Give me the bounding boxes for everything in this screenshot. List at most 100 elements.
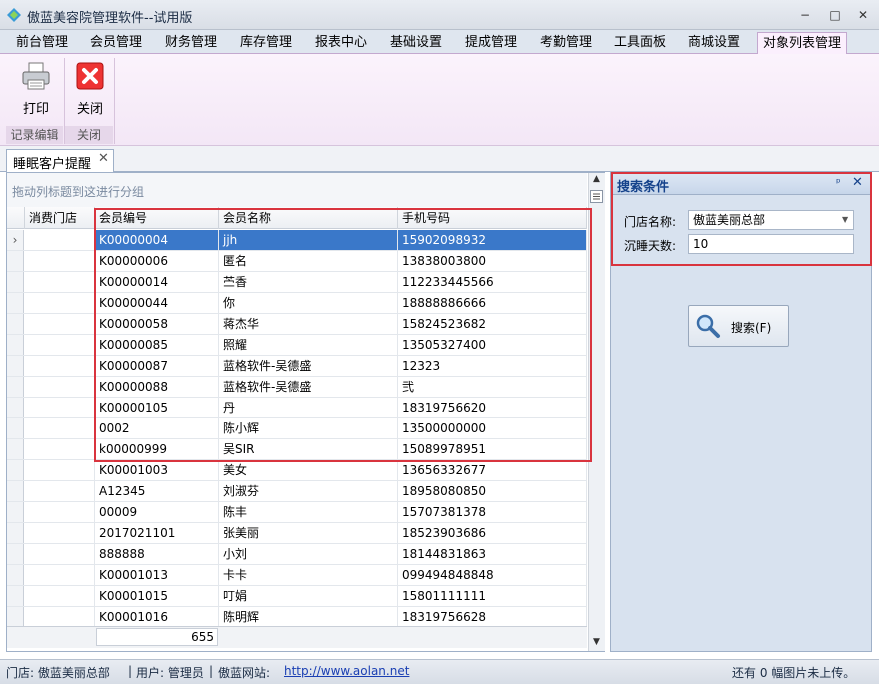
pin-icon[interactable]: ᵖ <box>836 176 841 189</box>
cell-member-id[interactable]: K00000085 <box>95 334 219 355</box>
cell-store[interactable] <box>25 606 95 626</box>
cell-store[interactable] <box>25 250 95 271</box>
chevron-down-icon[interactable]: ▼ <box>842 215 848 224</box>
cell-member-id[interactable]: K00001013 <box>95 565 219 585</box>
cell-phone[interactable]: 112233445566 <box>398 271 587 292</box>
column-header-store[interactable]: 消费门店 <box>25 207 95 229</box>
cell-member-id[interactable]: K00001003 <box>95 460 219 481</box>
table-row[interactable]: K00000105 丹 18319756620 <box>7 397 587 419</box>
scroll-down-arrow-icon[interactable]: ▼ <box>589 637 604 649</box>
row-indicator[interactable] <box>7 355 24 376</box>
row-indicator[interactable] <box>7 523 24 544</box>
cell-store[interactable] <box>25 502 95 523</box>
cell-store[interactable] <box>25 271 95 292</box>
cell-member-name[interactable]: 美女 <box>219 460 398 481</box>
cell-store[interactable] <box>25 439 95 460</box>
cell-member-id[interactable]: K00000087 <box>95 355 219 376</box>
cell-member-name[interactable]: 照耀 <box>219 334 398 355</box>
row-indicator[interactable] <box>7 606 24 626</box>
cell-member-id[interactable]: K00000004 <box>95 230 219 250</box>
cell-member-name[interactable]: 吴SIR <box>219 439 398 460</box>
cell-member-id[interactable]: K00000044 <box>95 292 219 313</box>
cell-member-name[interactable]: 刘淑芬 <box>219 481 398 502</box>
cell-phone[interactable]: 18523903686 <box>398 523 587 544</box>
cell-member-id[interactable]: 888888 <box>95 544 219 564</box>
cell-phone[interactable]: 13505327400 <box>398 334 587 355</box>
tab-inventory[interactable]: 库存管理 <box>232 32 300 54</box>
cell-member-name[interactable]: 卡卡 <box>219 565 398 585</box>
cell-store[interactable] <box>25 544 95 564</box>
tab-attendance[interactable]: 考勤管理 <box>532 32 600 54</box>
cell-member-name[interactable]: 苎香 <box>219 271 398 292</box>
table-row[interactable]: K00000044 你 18888886666 <box>7 292 587 314</box>
table-row[interactable]: K00001015 叮娟 15801111111 <box>7 585 587 607</box>
row-indicator[interactable] <box>7 376 24 397</box>
tab-finance[interactable]: 财务管理 <box>157 32 225 54</box>
table-row[interactable]: K00000088 蓝格软件-吴德盛弐 <box>7 376 587 398</box>
cell-member-name[interactable]: 丹 <box>219 397 398 418</box>
cell-phone[interactable]: 099494848848 <box>398 565 587 585</box>
row-indicator[interactable] <box>7 502 24 523</box>
cell-member-name[interactable]: 蓝格软件-吴德盛 <box>219 376 398 397</box>
sleep-days-input[interactable]: 10 <box>688 234 854 254</box>
cell-store[interactable] <box>25 397 95 418</box>
row-indicator[interactable] <box>7 397 24 418</box>
cell-store[interactable] <box>25 355 95 376</box>
minimize-button[interactable]: − <box>794 6 816 24</box>
cell-member-id[interactable]: 0002 <box>95 418 219 439</box>
cell-member-id[interactable]: K00001015 <box>95 585 219 606</box>
column-chooser-icon[interactable] <box>590 190 603 203</box>
cell-store[interactable] <box>25 523 95 544</box>
row-indicator[interactable]: › <box>7 230 24 250</box>
cell-store[interactable] <box>25 418 95 439</box>
cell-member-name[interactable]: 你 <box>219 292 398 313</box>
cell-member-id[interactable]: K00000014 <box>95 271 219 292</box>
tab-object-list[interactable]: 对象列表管理 <box>757 32 847 54</box>
tab-commission[interactable]: 提成管理 <box>457 32 525 54</box>
cell-member-name[interactable]: 陈小辉 <box>219 418 398 439</box>
scroll-up-arrow-icon[interactable]: ▲ <box>589 174 604 186</box>
cell-phone[interactable]: 13656332677 <box>398 460 587 481</box>
website-link[interactable]: http://www.aolan.net <box>284 664 409 678</box>
cell-phone[interactable]: 13838003800 <box>398 250 587 271</box>
table-row[interactable]: K00000014 苎香 112233445566 <box>7 271 587 293</box>
cell-member-name[interactable]: 张美丽 <box>219 523 398 544</box>
tab-tools[interactable]: 工具面板 <box>606 32 674 54</box>
cell-store[interactable] <box>25 334 95 355</box>
cell-phone[interactable]: 18319756628 <box>398 606 587 626</box>
cell-member-name[interactable]: jjh <box>219 230 398 250</box>
column-header-member-id[interactable]: 会员编号 <box>95 207 219 229</box>
cell-member-id[interactable]: K00000058 <box>95 313 219 334</box>
cell-member-id[interactable]: K00000088 <box>95 376 219 397</box>
cell-phone[interactable]: 15707381378 <box>398 502 587 523</box>
column-header-member-name[interactable]: 会员名称 <box>219 207 398 229</box>
cell-member-name[interactable]: 陈明辉 <box>219 606 398 626</box>
cell-store[interactable] <box>25 376 95 397</box>
cell-phone[interactable]: 18319756620 <box>398 397 587 418</box>
cell-member-name[interactable]: 蓝格软件-吴德盛 <box>219 355 398 376</box>
table-row[interactable]: › K00000004 jjh 15902098932 <box>7 230 587 251</box>
row-indicator[interactable] <box>7 418 24 439</box>
cell-member-name[interactable]: 小刘 <box>219 544 398 564</box>
table-row[interactable]: 0002 陈小辉 13500000000 <box>7 418 587 440</box>
table-row[interactable]: k00000999 吴SIR 15089978951 <box>7 439 587 461</box>
cell-store[interactable] <box>25 292 95 313</box>
table-row[interactable]: K00001003 美女 13656332677 <box>7 460 587 482</box>
tab-mall-settings[interactable]: 商城设置 <box>680 32 748 54</box>
cell-phone[interactable]: 18888886666 <box>398 292 587 313</box>
row-indicator[interactable] <box>7 585 24 606</box>
cell-member-name[interactable]: 陈丰 <box>219 502 398 523</box>
cell-store[interactable] <box>25 313 95 334</box>
cell-member-id[interactable]: 2017021101 <box>95 523 219 544</box>
row-indicator[interactable] <box>7 271 24 292</box>
vertical-scrollbar[interactable] <box>588 173 605 651</box>
row-indicator[interactable] <box>7 460 24 481</box>
cell-member-id[interactable]: K00000006 <box>95 250 219 271</box>
table-row[interactable]: K00000085 照耀 13505327400 <box>7 334 587 356</box>
tab-front-desk[interactable]: 前台管理 <box>8 32 76 54</box>
row-indicator[interactable] <box>7 565 24 585</box>
row-indicator[interactable] <box>7 544 24 564</box>
table-row[interactable]: A12345 刘淑芬 18958080850 <box>7 481 587 503</box>
doc-tab-close-icon[interactable]: ✕ <box>98 151 109 166</box>
cell-member-id[interactable]: A12345 <box>95 481 219 502</box>
